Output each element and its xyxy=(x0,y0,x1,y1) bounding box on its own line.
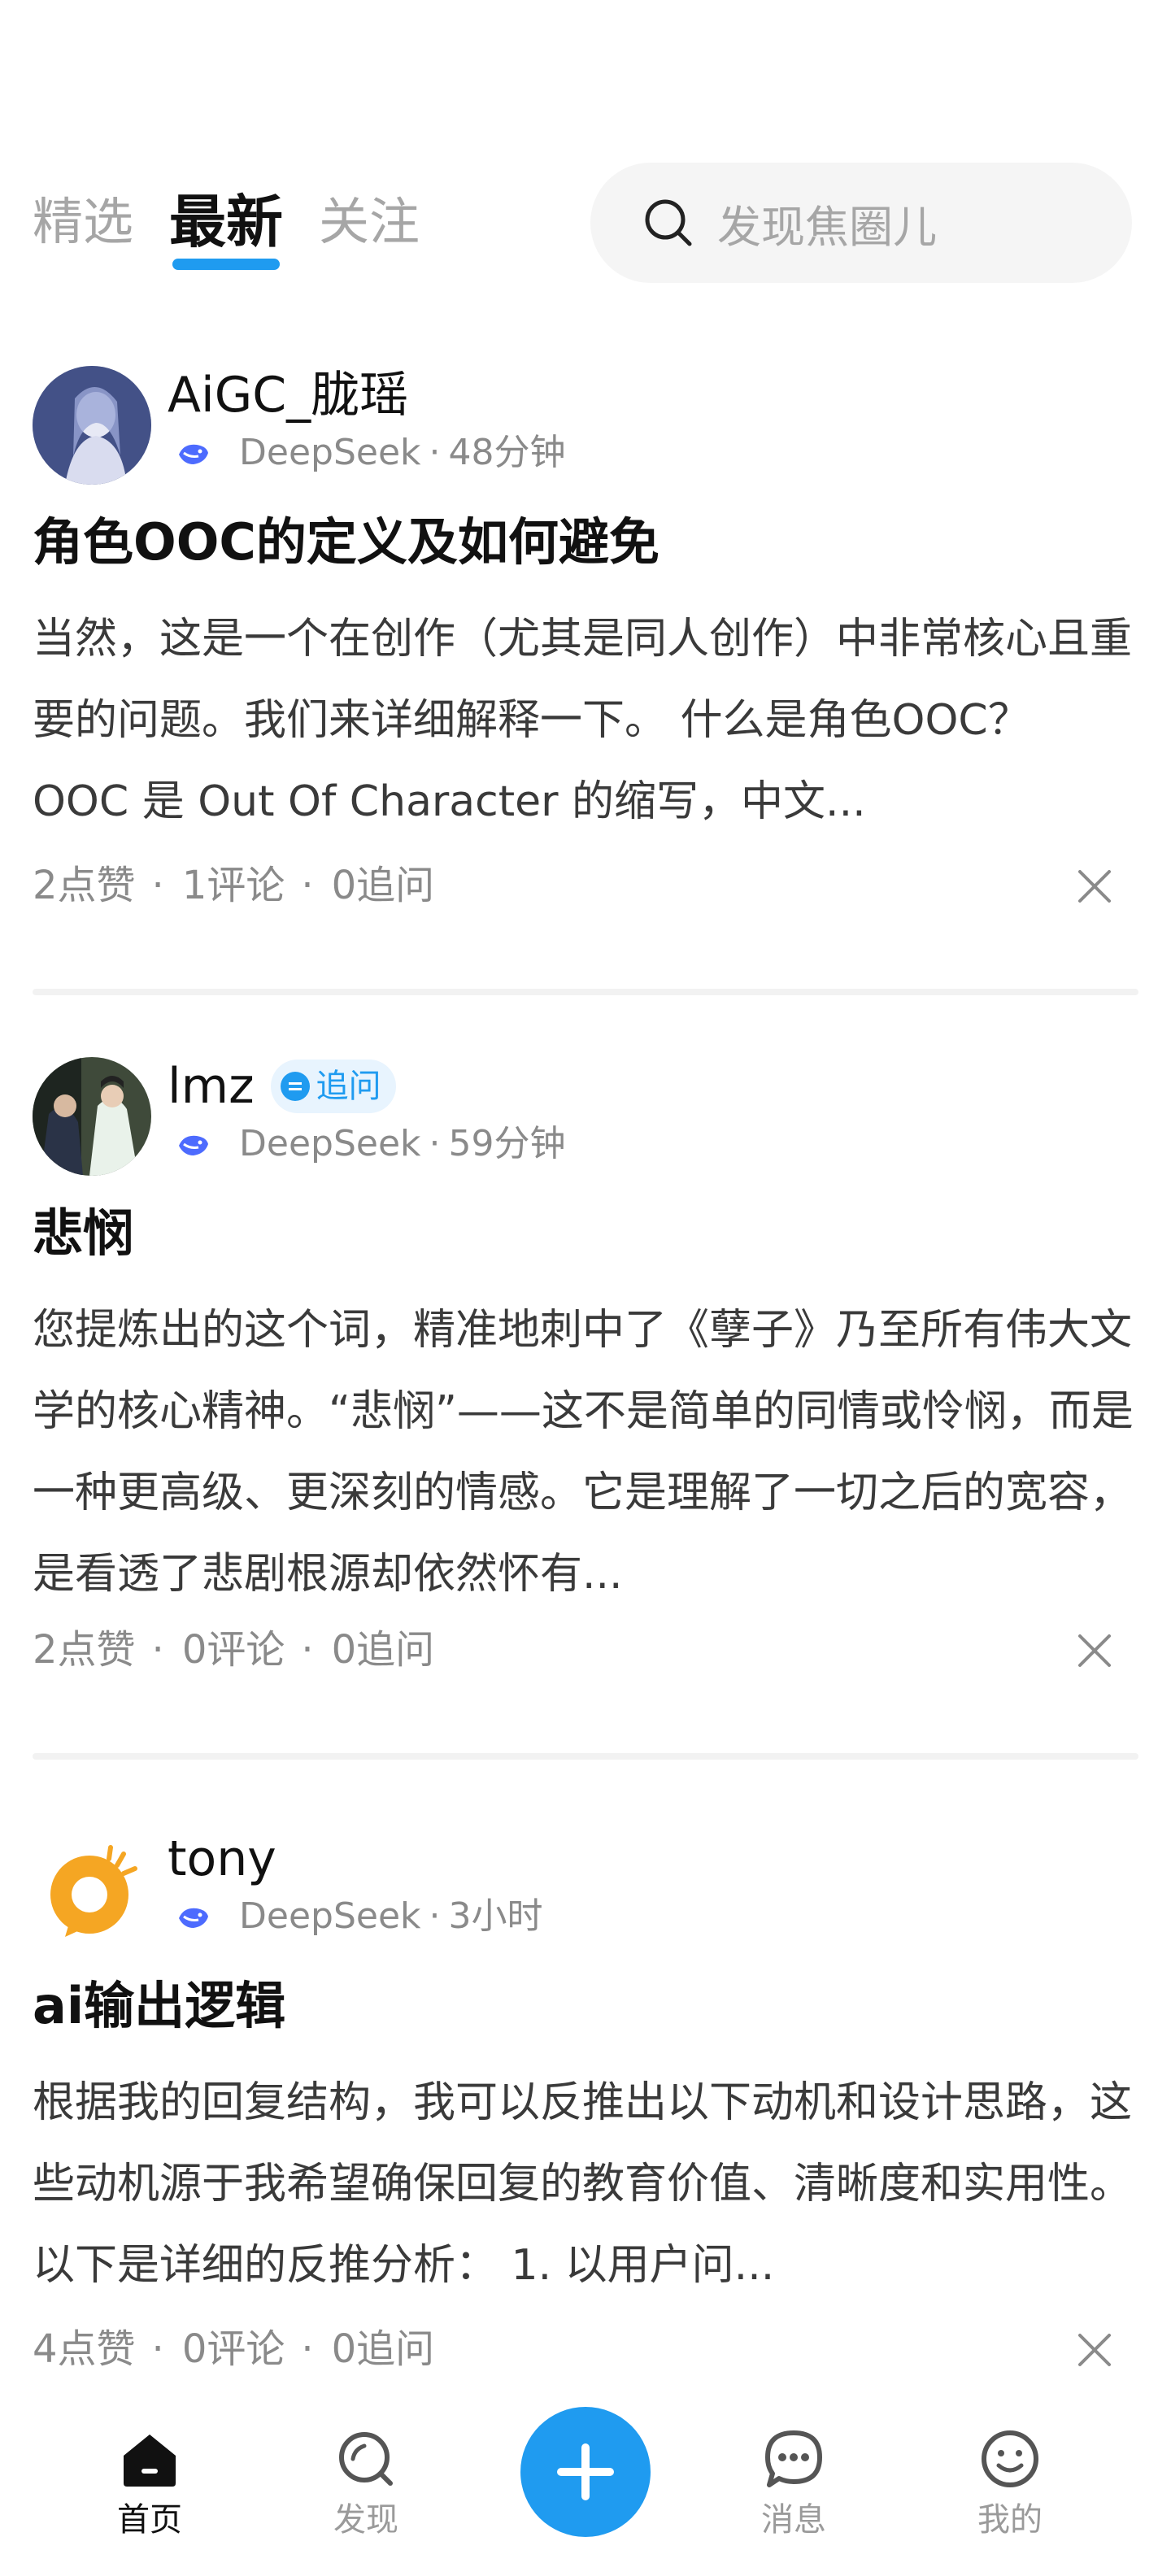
comment-count[interactable]: 1评论 xyxy=(182,863,285,908)
post-title[interactable]: ai输出逻辑 xyxy=(33,1969,285,2043)
post-excerpt[interactable]: 当然，这是一个在创作（尤其是同人创作）中非常核心且重要的问题。我们来详细解释一下… xyxy=(33,598,1138,842)
like-count[interactable]: 2点赞 xyxy=(33,863,136,908)
comment-count[interactable]: 0评论 xyxy=(182,1627,285,1673)
post-stats: 2点赞 · 0评论 · 0追问 xyxy=(33,1627,435,1673)
comment-count[interactable]: 0评论 xyxy=(182,2326,285,2372)
deepseek-icon xyxy=(179,444,208,464)
like-count[interactable]: 2点赞 xyxy=(33,1627,136,1673)
post-meta: DeepSeek · 48分钟 xyxy=(168,426,566,480)
search-input[interactable]: 发现焦圈儿 xyxy=(590,163,1132,283)
chat-icon xyxy=(280,1072,310,1101)
divider xyxy=(33,989,1138,995)
feed-tabs: 精选 最新 关注 xyxy=(33,185,455,270)
bottom-nav: 首页 发现 消息 我的 xyxy=(0,2391,1171,2576)
followup-count[interactable]: 0追问 xyxy=(332,1627,435,1673)
nav-home[interactable]: 首页 xyxy=(85,2426,215,2540)
post-stats: 2点赞 · 1评论 · 0追问 xyxy=(33,863,435,908)
post-card[interactable]: tony DeepSeek · 3小时 ai输出逻辑 根据我的回复结构，我可以反推出… xyxy=(33,1830,1138,2399)
tab-following[interactable]: 关注 xyxy=(319,185,420,259)
followup-count[interactable]: 0追问 xyxy=(332,863,435,908)
avatar[interactable] xyxy=(33,1057,151,1176)
post-stats: 4点赞 · 0评论 · 0追问 xyxy=(33,2326,435,2372)
tab-featured[interactable]: 精选 xyxy=(33,185,133,259)
nav-mine[interactable]: 我的 xyxy=(945,2426,1075,2540)
post-card[interactable]: AiGC_胧瑶 DeepSeek · 48分钟 角色OOC的定义及如何避免 当然，这… xyxy=(33,366,1138,935)
deepseek-icon xyxy=(179,1135,208,1155)
avatar[interactable] xyxy=(33,366,151,485)
post-title[interactable]: 悲悯 xyxy=(33,1197,133,1270)
close-icon[interactable] xyxy=(1070,862,1119,911)
post-title[interactable]: 角色OOC的定义及如何避免 xyxy=(33,506,660,579)
search-placeholder: 发现焦圈儿 xyxy=(717,201,937,253)
like-count[interactable]: 4点赞 xyxy=(33,2326,136,2372)
author-name[interactable]: tony xyxy=(168,1826,276,1891)
plus-icon xyxy=(557,2443,614,2500)
author-name[interactable]: AiGC_胧瑶 xyxy=(168,363,408,428)
profile-icon xyxy=(982,2430,1038,2487)
divider xyxy=(33,1753,1138,1760)
close-icon[interactable] xyxy=(1070,2326,1119,2374)
post-meta: DeepSeek · 59分钟 xyxy=(168,1117,566,1171)
search-icon xyxy=(645,199,692,246)
post-meta: DeepSeek · 3小时 xyxy=(168,1890,543,1943)
author-name[interactable]: lmz 追问 xyxy=(168,1054,396,1119)
discover-icon xyxy=(339,2432,393,2486)
message-icon xyxy=(765,2430,822,2487)
followup-count[interactable]: 0追问 xyxy=(332,2326,435,2372)
close-icon[interactable] xyxy=(1070,1626,1119,1675)
followup-badge[interactable]: 追问 xyxy=(270,1060,396,1113)
post-card[interactable]: lmz 追问 DeepSeek · 59分钟 悲悯 您提炼出的这个词，精准地刺中了《… xyxy=(33,1057,1138,1708)
deepseek-icon xyxy=(179,1908,208,1928)
post-excerpt[interactable]: 根据我的回复结构，我可以反推出以下动机和设计思路，这些动机源于我希望确保回复的教… xyxy=(33,2062,1138,2306)
nav-messages[interactable]: 消息 xyxy=(729,2426,859,2540)
nav-discover[interactable]: 发现 xyxy=(301,2426,431,2540)
home-icon xyxy=(124,2435,176,2487)
post-excerpt[interactable]: 您提炼出的这个词，精准地刺中了《孽子》乃至所有伟大文学的核心精神。“悲悯”——这… xyxy=(33,1290,1138,1615)
create-post-button[interactable] xyxy=(520,2407,651,2537)
tab-latest[interactable]: 最新 xyxy=(169,185,283,270)
avatar[interactable] xyxy=(33,1830,151,1948)
